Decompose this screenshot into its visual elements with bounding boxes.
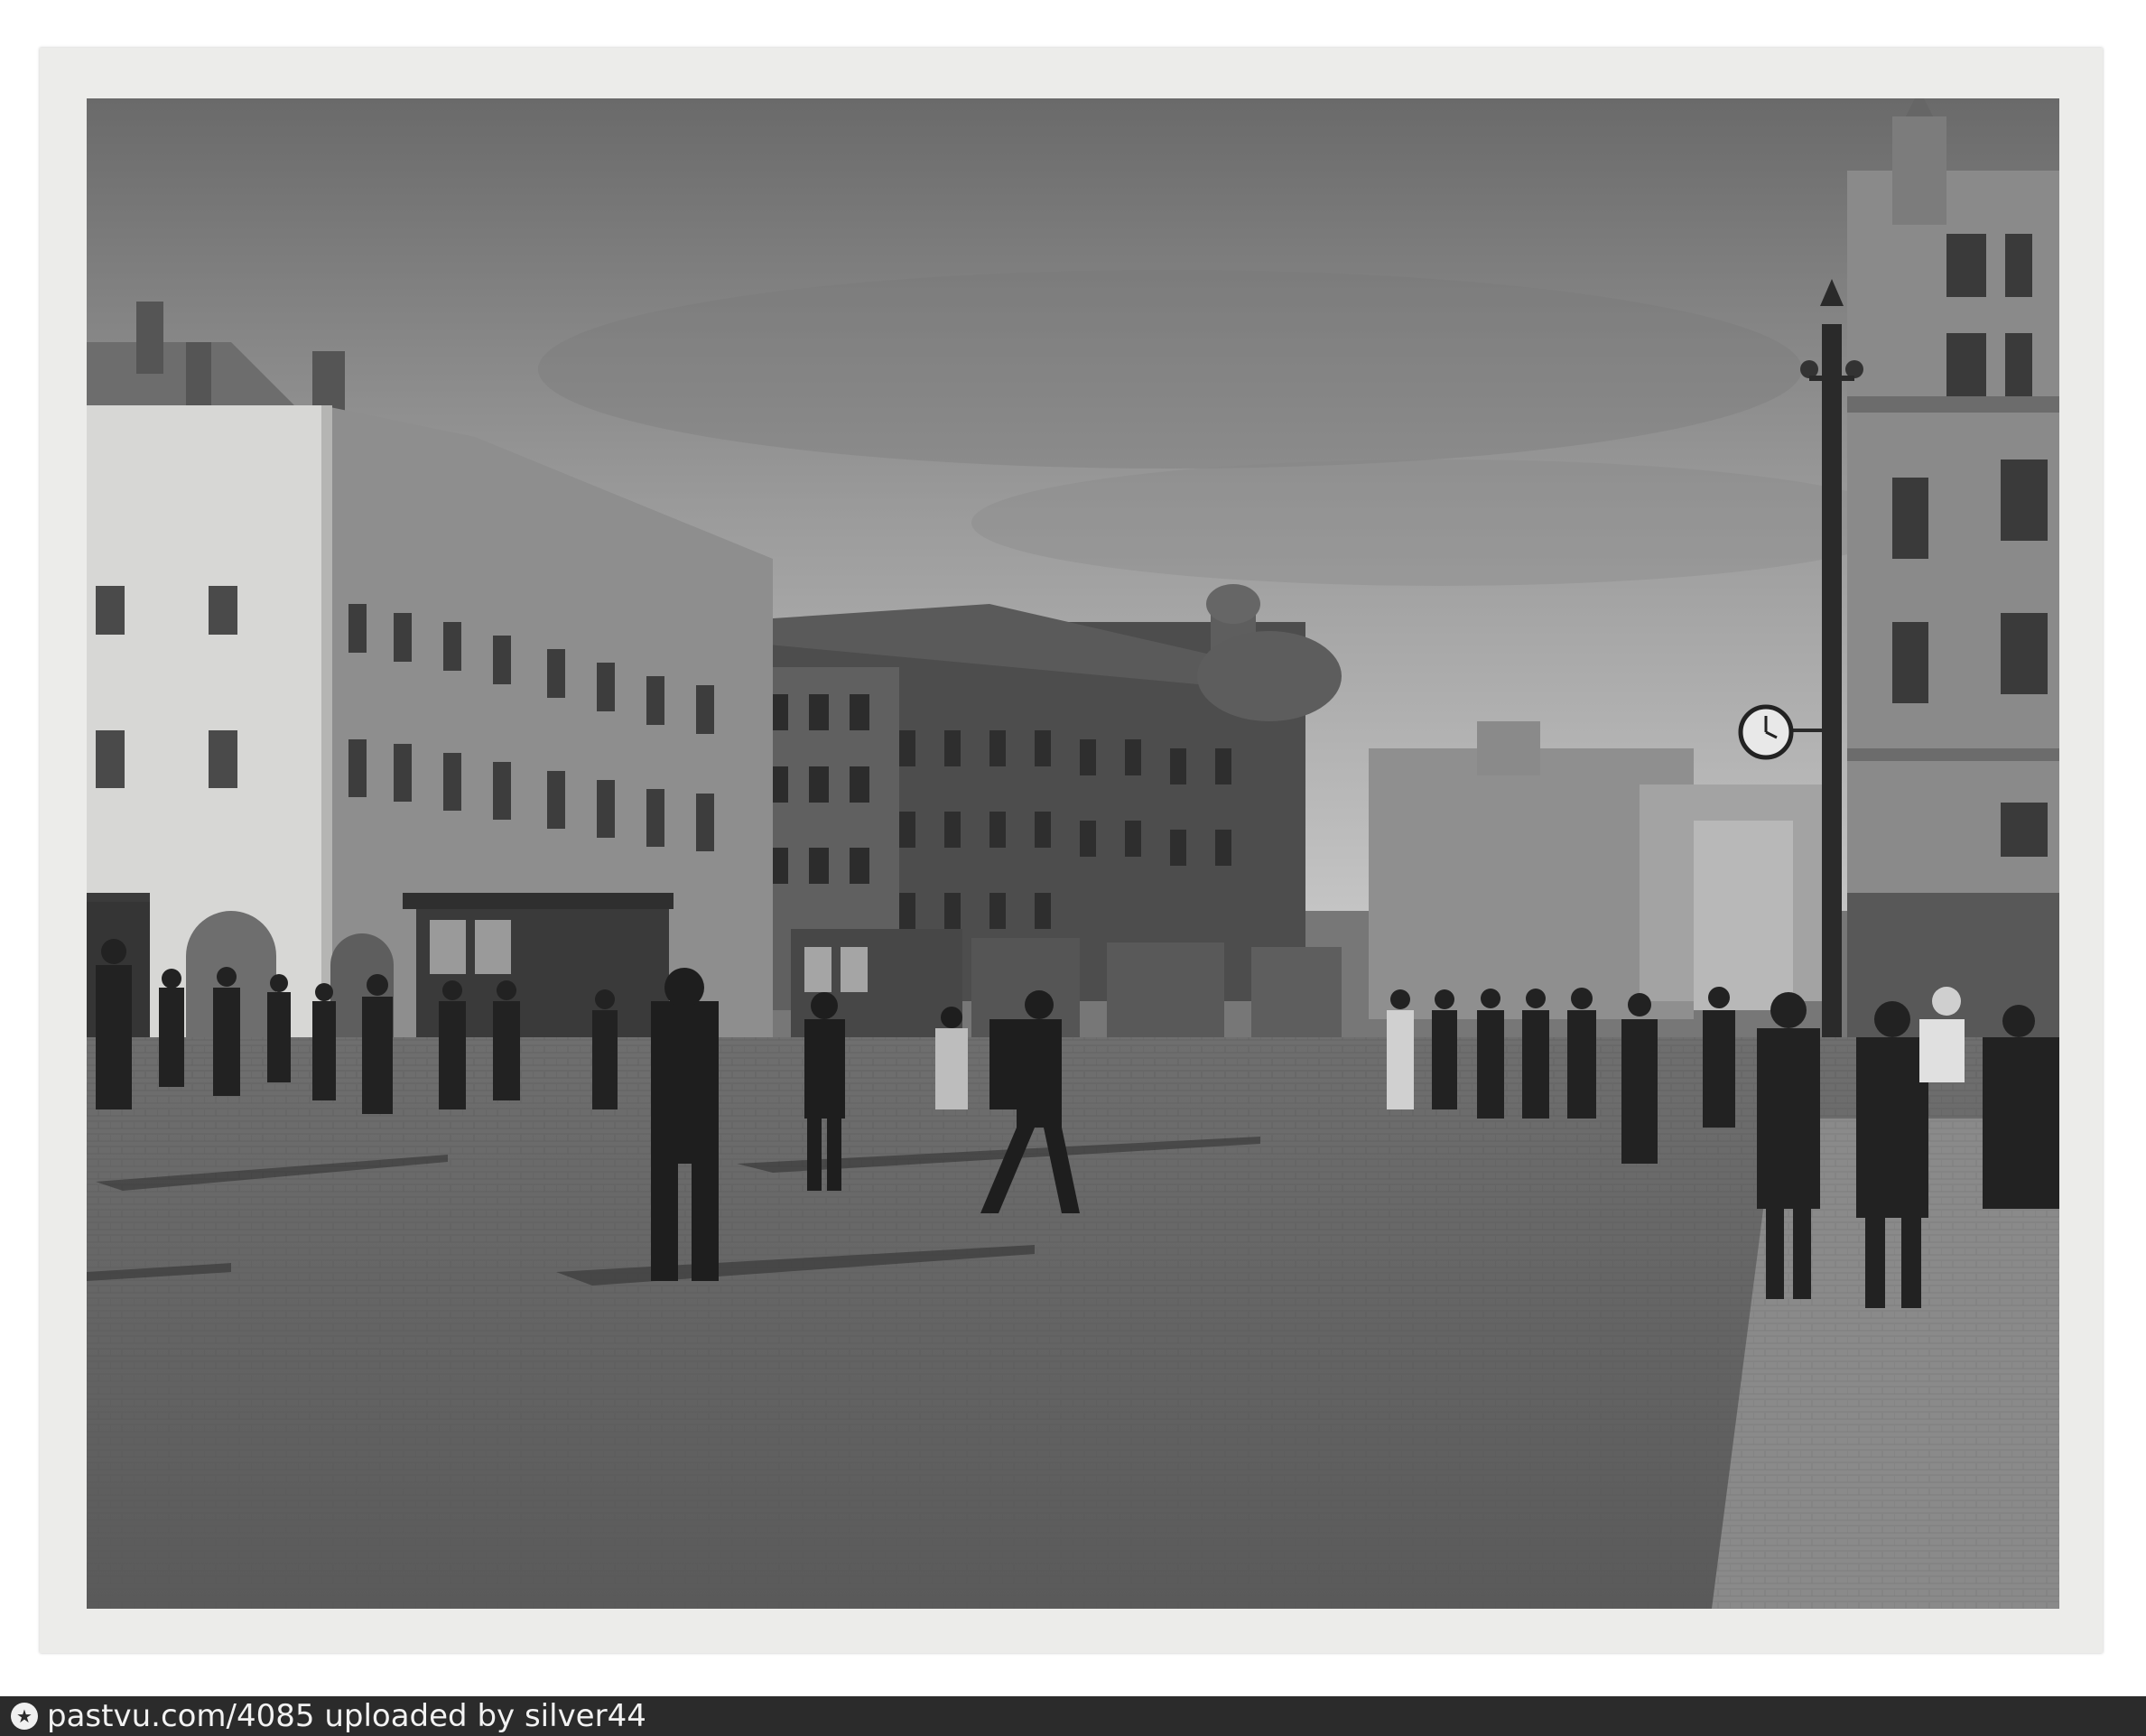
photo-illustration xyxy=(87,98,2059,1609)
attribution-bar: ★ pastvu.com/4085 uploaded by silver44 xyxy=(0,1696,2146,1736)
attribution-text[interactable]: pastvu.com/4085 uploaded by silver44 xyxy=(47,1698,646,1734)
photo-mount xyxy=(40,48,2103,1653)
right-building xyxy=(1847,98,2059,1073)
historic-street-photo xyxy=(87,98,2059,1609)
star-icon: ★ xyxy=(11,1703,38,1730)
